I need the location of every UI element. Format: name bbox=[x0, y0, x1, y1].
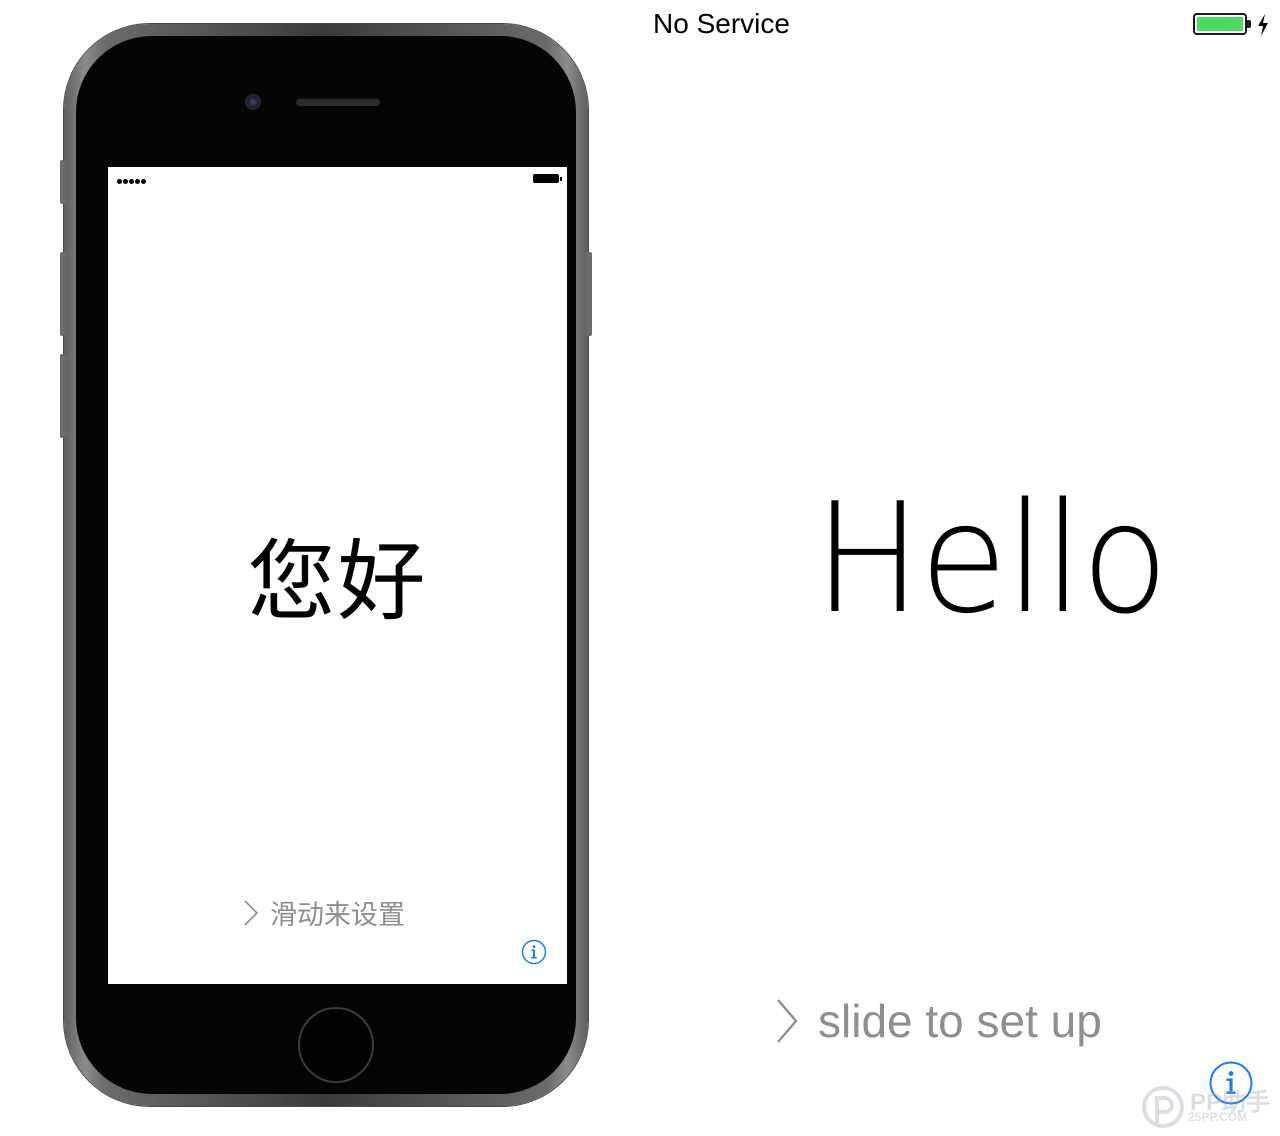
slide-to-setup[interactable]: slide to set up bbox=[774, 994, 1102, 1048]
power-button bbox=[586, 252, 592, 336]
watermark-logo: PP助手 25PP.COM bbox=[1140, 1080, 1280, 1136]
signal-strength-icon bbox=[117, 175, 147, 187]
battery-icon bbox=[1193, 13, 1251, 35]
front-camera-icon bbox=[245, 94, 261, 110]
carrier-status: No Service bbox=[653, 8, 790, 39]
home-button bbox=[298, 1007, 374, 1083]
battery-fill bbox=[1197, 17, 1243, 31]
volume-down-button bbox=[60, 354, 66, 438]
volume-up-button bbox=[60, 252, 66, 336]
watermark-site: 25PP.COM bbox=[1188, 1110, 1248, 1124]
phone-bezel: 您好 滑动来设置 bbox=[76, 36, 576, 1094]
chevron-right-icon bbox=[244, 899, 259, 926]
slide-hint-label: 滑动来设置 bbox=[270, 900, 405, 931]
info-circle-icon[interactable] bbox=[521, 939, 547, 965]
charging-bolt-icon bbox=[1258, 14, 1268, 36]
earpiece-speaker bbox=[296, 98, 380, 106]
mute-switch bbox=[60, 160, 66, 204]
phone-screen: 您好 滑动来设置 bbox=[108, 167, 567, 984]
mini-battery-icon bbox=[533, 174, 562, 183]
iphone-mockup: 您好 滑动来设置 bbox=[60, 24, 592, 1106]
slide-to-setup-chinese[interactable]: 滑动来设置 bbox=[240, 893, 405, 932]
pp-logo-icon bbox=[1142, 1086, 1184, 1128]
setup-screen: 您好 滑动来设置 No Service Hello slide to set u… bbox=[0, 0, 1280, 1136]
slide-hint-label: slide to set up bbox=[818, 995, 1102, 1047]
greeting-english: Hello bbox=[814, 470, 1169, 647]
greeting-chinese: 您好 bbox=[247, 530, 428, 633]
chevron-right-icon bbox=[777, 999, 798, 1043]
